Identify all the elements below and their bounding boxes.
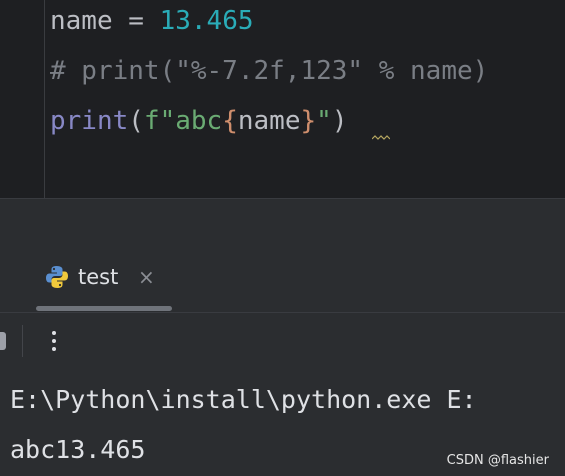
- code-editor[interactable]: name = 13.465 # print("%-7.2f,123" % nam…: [0, 0, 565, 198]
- run-tool-window-header: test ×: [0, 242, 565, 313]
- watermark-text: CSDN @flashier: [446, 453, 549, 468]
- run-tab-label: test: [78, 265, 119, 289]
- console-command-line: E:\Python\install\python.exe E:: [10, 385, 477, 414]
- fstring-prefix: f"abc: [143, 106, 223, 136]
- run-console-output[interactable]: E:\Python\install\python.exe E: abc13.46…: [0, 370, 565, 476]
- code-line-1[interactable]: name = 13.465: [50, 2, 254, 40]
- variable-token: name: [50, 6, 113, 36]
- console-output-line: abc13.465: [10, 435, 146, 464]
- code-line-2[interactable]: # print("%-7.2f,123" % name): [50, 52, 488, 90]
- run-tab-test[interactable]: test ×: [36, 256, 156, 298]
- panel-splitter[interactable]: [0, 198, 565, 243]
- run-toolbar: [0, 313, 565, 370]
- close-paren: ): [331, 106, 348, 136]
- builtin-function-token: print: [50, 106, 129, 136]
- toolbar-divider: [22, 325, 23, 357]
- warning-squiggle: [372, 135, 390, 140]
- comment-token: # print("%-7.2f,123" % name): [50, 56, 489, 86]
- fstring-variable: name: [237, 106, 301, 136]
- python-icon: [46, 266, 68, 288]
- close-tab-icon[interactable]: ×: [136, 265, 156, 289]
- more-vertical-icon[interactable]: [40, 326, 68, 356]
- assign-operator: =: [112, 6, 160, 36]
- fstring-brace-close: }: [300, 106, 317, 136]
- fstring-quote-close: ": [316, 106, 332, 136]
- number-literal: 13.465: [159, 6, 254, 36]
- fstring-brace-open: {: [222, 106, 238, 136]
- rerun-button-partial[interactable]: [0, 332, 6, 350]
- editor-gutter-divider: [44, 0, 45, 198]
- code-line-3[interactable]: print(f"abc{name}"): [50, 102, 347, 140]
- open-paren: (: [128, 106, 144, 136]
- active-tab-indicator: [36, 306, 172, 311]
